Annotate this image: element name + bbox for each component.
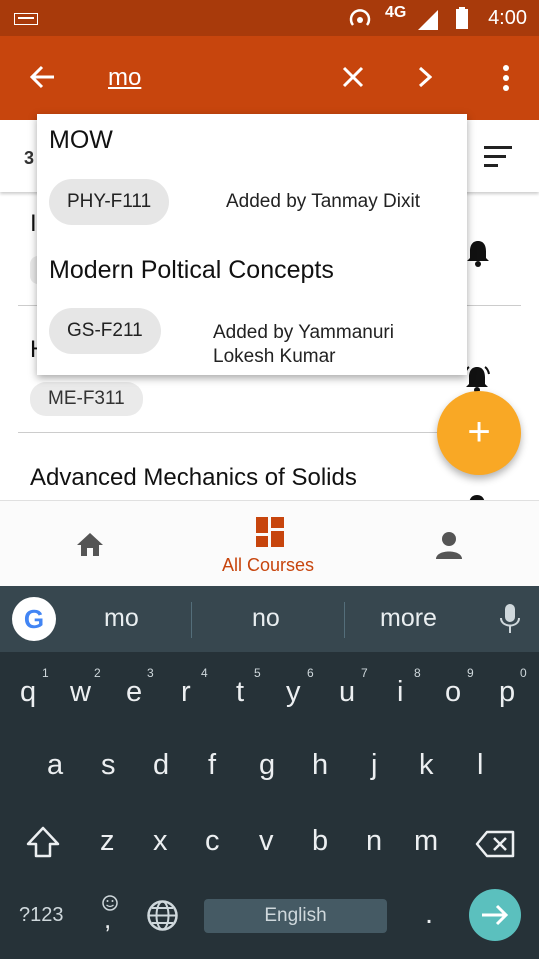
symbols-key[interactable]: ?123 — [19, 904, 64, 927]
signal-icon — [416, 8, 440, 35]
close-icon[interactable] — [342, 66, 364, 93]
word-suggestion[interactable]: more — [380, 604, 437, 633]
key-hint: 8 — [414, 666, 421, 680]
key-h[interactable]: h — [312, 749, 328, 782]
key-p[interactable]: p — [499, 676, 515, 709]
key-hint: 6 — [307, 666, 314, 680]
sort-icon[interactable] — [484, 146, 512, 173]
more-vert-icon[interactable] — [502, 65, 510, 96]
suggestion-item[interactable]: Modern Poltical Concepts GS-F211 Added b… — [37, 242, 467, 375]
key-i[interactable]: i — [397, 676, 403, 709]
nav-label-all-courses[interactable]: All Courses — [222, 555, 314, 576]
comma-key[interactable]: , — [104, 904, 111, 935]
divider — [344, 602, 345, 638]
suggestion-item[interactable]: MOW PHY-F111 Added by Tanmay Dixit — [37, 114, 467, 242]
shift-icon[interactable] — [26, 826, 60, 863]
soft-keyboard: G mo no more q 1 w 2 e 3 r 4 t 5 y 6 u 7… — [0, 586, 539, 959]
add-course-button[interactable]: + — [437, 391, 521, 475]
suggestion-title: Modern Poltical Concepts — [49, 256, 334, 284]
key-n[interactable]: n — [366, 825, 382, 858]
key-c[interactable]: c — [205, 825, 220, 858]
key-t[interactable]: t — [236, 676, 244, 709]
home-icon[interactable] — [75, 531, 105, 562]
key-v[interactable]: v — [259, 825, 274, 858]
send-button[interactable] — [469, 889, 521, 941]
key-hint: 0 — [520, 666, 527, 680]
network-type: 4G — [385, 4, 407, 21]
course-count: 3 — [24, 148, 35, 168]
key-hint: 7 — [361, 666, 368, 680]
course-title[interactable]: Advanced Mechanics of Solids — [30, 464, 357, 492]
word-suggestion[interactable]: no — [252, 604, 280, 633]
key-j[interactable]: j — [371, 749, 377, 782]
key-x[interactable]: x — [153, 825, 168, 858]
microphone-icon[interactable] — [500, 604, 520, 639]
key-q[interactable]: q — [20, 676, 36, 709]
keyboard-notification-icon — [13, 12, 39, 30]
added-by-label: Added by Yammanuri Lokesh Kumar — [213, 322, 394, 367]
key-r[interactable]: r — [181, 676, 191, 709]
google-logo-icon[interactable]: G — [12, 597, 56, 641]
chevron-right-icon[interactable] — [418, 66, 433, 93]
svg-text:G: G — [24, 604, 44, 634]
divider — [18, 432, 438, 433]
key-hint: 5 — [254, 666, 261, 680]
back-arrow-icon[interactable] — [28, 64, 56, 95]
search-suggestions-dropdown: MOW PHY-F111 Added by Tanmay Dixit Moder… — [37, 114, 467, 375]
backspace-icon[interactable] — [475, 830, 515, 863]
period-key[interactable]: . — [425, 898, 433, 931]
added-by-label: Added by Tanmay Dixit — [226, 191, 420, 212]
key-e[interactable]: e — [126, 676, 142, 709]
key-l[interactable]: l — [477, 749, 483, 782]
bottom-navigation: All Courses — [0, 500, 539, 587]
battery-icon — [454, 7, 470, 36]
key-hint: 3 — [147, 666, 154, 680]
arrow-right-icon — [482, 904, 509, 926]
hotspot-icon — [348, 8, 372, 35]
key-b[interactable]: b — [312, 825, 328, 858]
word-suggestion[interactable]: mo — [104, 604, 139, 633]
key-d[interactable]: d — [153, 749, 169, 782]
key-m[interactable]: m — [414, 825, 438, 858]
course-code-chip: GS-F211 — [49, 308, 161, 354]
key-hint: 2 — [94, 666, 101, 680]
dashboard-icon[interactable] — [256, 517, 284, 552]
course-code-chip: ME-F311 — [30, 382, 143, 416]
key-z[interactable]: z — [100, 825, 115, 858]
profile-icon[interactable] — [436, 531, 462, 564]
key-hint: 4 — [201, 666, 208, 680]
status-time: 4:00 — [488, 7, 527, 29]
status-bar: 4G 4:00 — [0, 0, 539, 36]
key-u[interactable]: u — [339, 676, 355, 709]
course-title[interactable]: I — [30, 210, 37, 238]
key-f[interactable]: f — [208, 749, 216, 782]
key-s[interactable]: s — [101, 749, 116, 782]
space-bar[interactable]: English — [204, 899, 387, 933]
key-w[interactable]: w — [70, 676, 91, 709]
key-k[interactable]: k — [419, 749, 434, 782]
divider — [191, 602, 192, 638]
key-hint: 9 — [467, 666, 474, 680]
notification-bell-icon[interactable] — [462, 492, 492, 500]
search-toolbar: mo — [0, 36, 539, 120]
globe-icon[interactable] — [146, 899, 179, 937]
key-o[interactable]: o — [445, 676, 461, 709]
notification-bell-icon[interactable] — [464, 238, 492, 273]
key-g[interactable]: g — [259, 749, 275, 782]
keyboard-suggestion-strip: G mo no more — [0, 586, 539, 652]
suggestion-title: MOW — [49, 126, 113, 154]
course-code-chip: PHY-F111 — [49, 179, 170, 225]
search-input[interactable]: mo — [108, 64, 141, 92]
key-y[interactable]: y — [286, 676, 301, 709]
key-hint: 1 — [42, 666, 49, 680]
key-a[interactable]: a — [47, 749, 63, 782]
